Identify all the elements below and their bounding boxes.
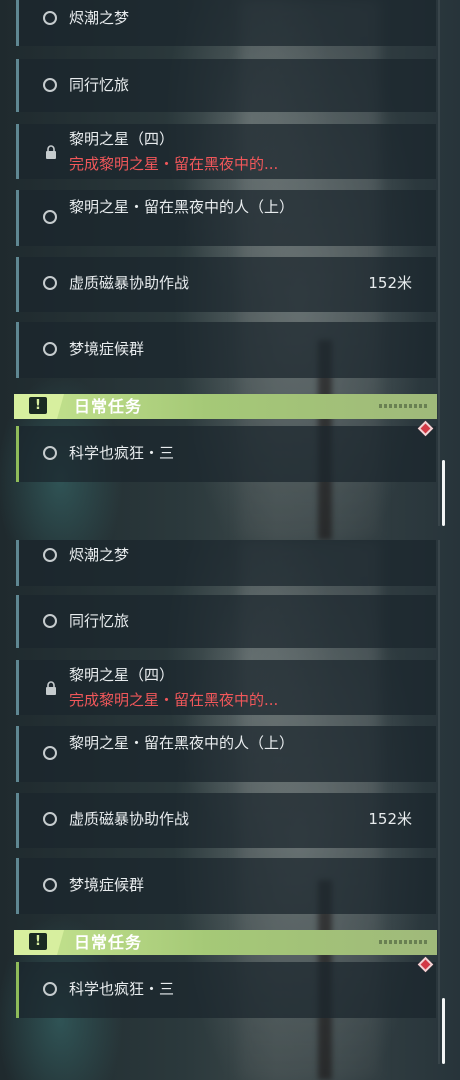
alert-icon: !: [29, 933, 47, 950]
quest-distance: 152米: [368, 810, 412, 828]
quest-item[interactable]: 虚质磁暴协助作战 152米: [16, 793, 436, 848]
header-decoration: [379, 404, 427, 408]
quest-status-circle-icon: [43, 746, 57, 760]
quest-item[interactable]: 黎明之星・留在黑夜中的人（上）: [16, 190, 436, 246]
quest-title: 虚质磁暴协助作战: [69, 274, 190, 292]
quest-title: 同行忆旅: [69, 76, 130, 94]
quest-item[interactable]: 同行忆旅: [16, 595, 436, 648]
lock-icon: [46, 145, 56, 159]
quest-title: 黎明之星・留在黑夜中的人（上）: [69, 198, 295, 216]
section-title: 日常任务: [74, 397, 143, 416]
quest-status-circle-icon: [43, 878, 57, 892]
quest-panel-top: 烬潮之梦 同行忆旅 黎明之星（四） 完成黎明之星・留在黑夜中的... 黎明之星・…: [0, 0, 460, 540]
quest-status-circle-icon: [43, 548, 57, 562]
quest-status-circle-icon: [43, 276, 57, 290]
section-title: 日常任务: [74, 933, 143, 952]
quest-title: 烬潮之梦: [69, 546, 130, 564]
quest-title: 科学也疯狂・三: [69, 444, 175, 462]
quest-title: 烬潮之梦: [69, 9, 130, 27]
header-decoration: [379, 940, 427, 944]
quest-title: 黎明之星（四）: [69, 130, 175, 148]
scroll-track: [438, 540, 440, 1064]
quest-panel-bottom: 烬潮之梦 同行忆旅 黎明之星（四） 完成黎明之星・留在黑夜中的... 黎明之星・…: [0, 540, 460, 1080]
quest-status-circle-icon: [43, 982, 57, 996]
quest-title: 科学也疯狂・三: [69, 980, 175, 998]
quest-status-circle-icon: [43, 446, 57, 460]
quest-status-circle-icon: [43, 812, 57, 826]
daily-tasks-header[interactable]: ! 日常任务: [14, 930, 437, 955]
quest-item-locked[interactable]: 黎明之星（四） 完成黎明之星・留在黑夜中的...: [16, 124, 436, 179]
quest-item[interactable]: 梦境症候群: [16, 858, 436, 914]
quest-item[interactable]: 梦境症候群: [16, 322, 436, 378]
quest-distance: 152米: [368, 274, 412, 292]
quest-title: 虚质磁暴协助作战: [69, 810, 190, 828]
quest-item[interactable]: 黎明之星・留在黑夜中的人（上）: [16, 726, 436, 782]
quest-item[interactable]: 烬潮之梦: [16, 0, 436, 46]
quest-item[interactable]: 烬潮之梦: [16, 540, 436, 586]
quest-item[interactable]: 虚质磁暴协助作战 152米: [16, 257, 436, 312]
quest-title: 同行忆旅: [69, 612, 130, 630]
alert-icon: !: [29, 397, 47, 414]
daily-quest-item[interactable]: 科学也疯狂・三: [16, 962, 436, 1018]
scroll-track: [438, 0, 440, 526]
quest-title: 梦境症候群: [69, 340, 145, 358]
quest-status-circle-icon: [43, 614, 57, 628]
scrollbar[interactable]: [442, 460, 445, 526]
quest-status-circle-icon: [43, 210, 57, 224]
lock-icon: [46, 681, 56, 695]
quest-status-circle-icon: [43, 78, 57, 92]
quest-requirement: 完成黎明之星・留在黑夜中的...: [69, 691, 279, 709]
scrollbar[interactable]: [442, 998, 445, 1064]
quest-status-circle-icon: [43, 342, 57, 356]
quest-item[interactable]: 同行忆旅: [16, 59, 436, 112]
daily-quest-item[interactable]: 科学也疯狂・三: [16, 426, 436, 482]
quest-title: 黎明之星・留在黑夜中的人（上）: [69, 734, 295, 752]
quest-title: 黎明之星（四）: [69, 666, 175, 684]
quest-requirement: 完成黎明之星・留在黑夜中的...: [69, 155, 279, 173]
quest-title: 梦境症候群: [69, 876, 145, 894]
quest-status-circle-icon: [43, 11, 57, 25]
quest-item-locked[interactable]: 黎明之星（四） 完成黎明之星・留在黑夜中的...: [16, 660, 436, 715]
daily-tasks-header[interactable]: ! 日常任务: [14, 394, 437, 419]
